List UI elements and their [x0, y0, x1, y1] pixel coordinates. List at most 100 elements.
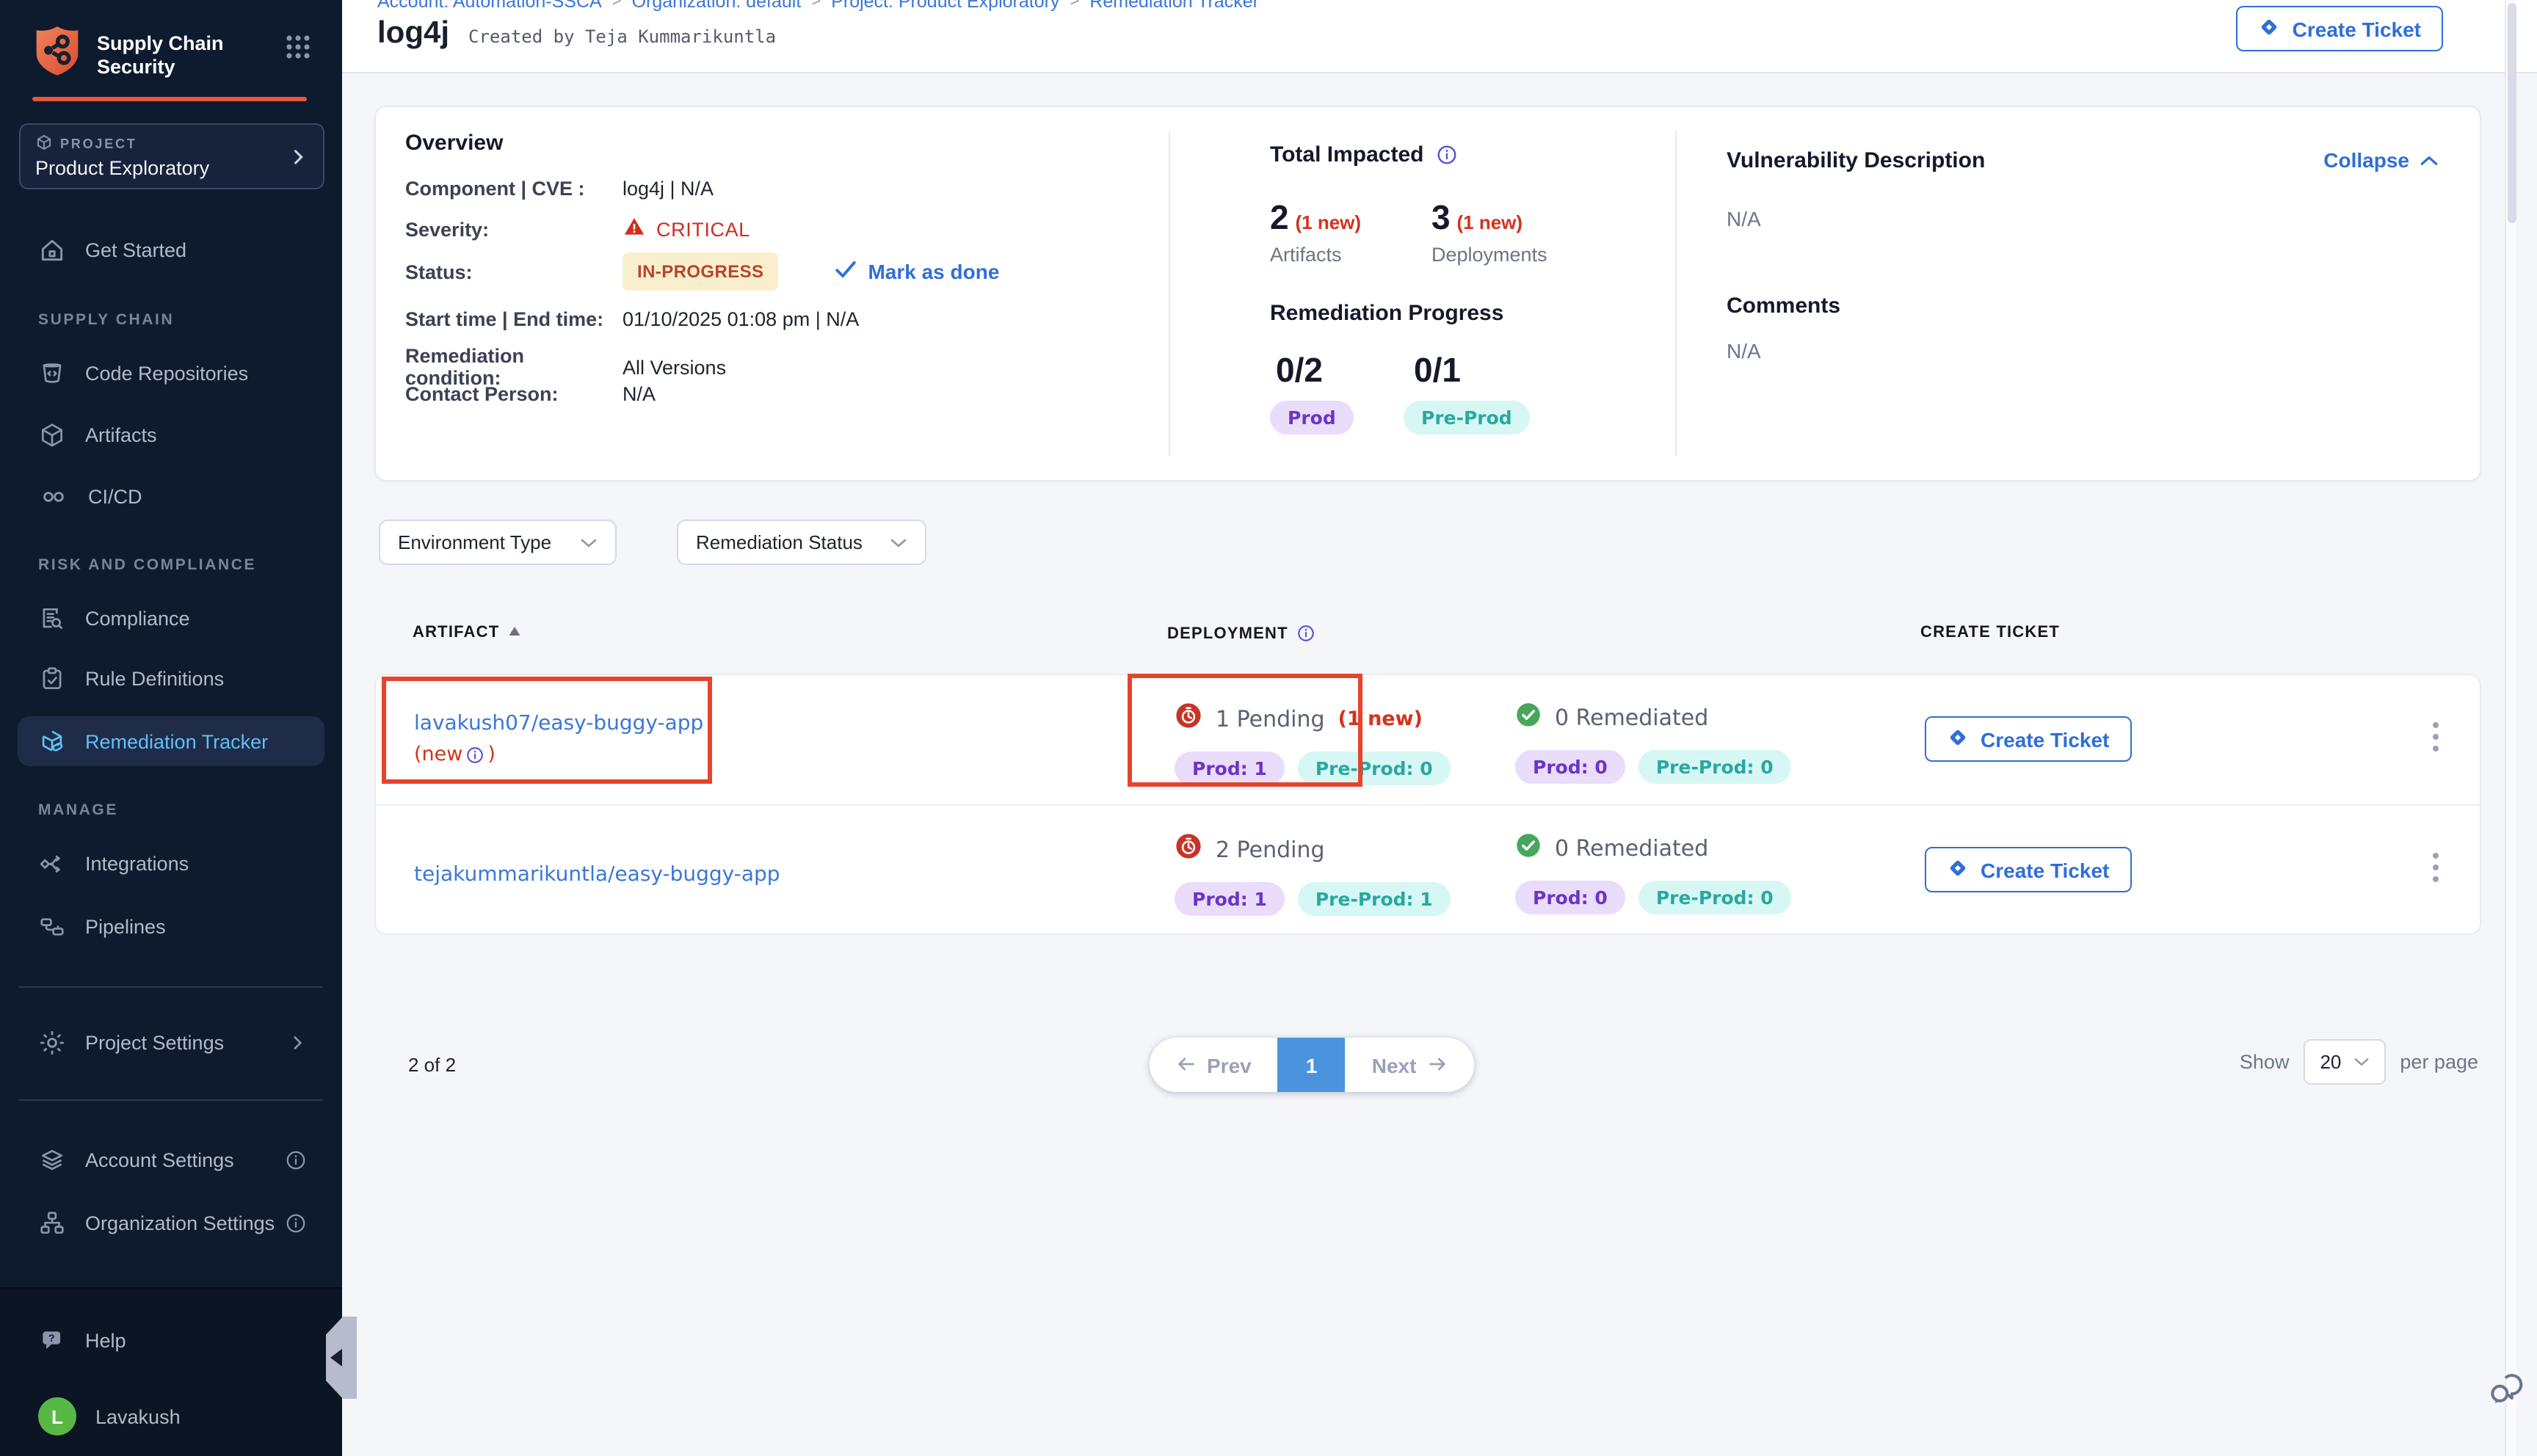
table-header: ARTIFACT DEPLOYMENT CREATE TICKET	[374, 624, 2481, 668]
project-label: PROJECT	[60, 136, 137, 151]
contact-row: Contact Person: N/A	[405, 383, 656, 405]
prod-count-pill: Prod: 0	[1515, 750, 1625, 784]
column-artifact[interactable]: ARTIFACT	[413, 624, 521, 641]
row-menu-kebab-icon[interactable]	[2433, 853, 2439, 882]
sidebar-item-pipelines[interactable]: Pipelines	[18, 904, 324, 948]
prod-pill: Prod	[1270, 401, 1354, 434]
avatar: L	[38, 1397, 76, 1435]
remediated-cell: 0 Remediated Prod: 0 Pre-Prod: 0	[1515, 832, 1791, 914]
vulnerability-description-heading: Vulnerability Description	[1727, 148, 1985, 173]
box-icon	[38, 421, 66, 448]
main-content: Overview Component | CVE : log4j | N/A S…	[342, 73, 2537, 1456]
mark-as-done-link[interactable]: Mark as done	[834, 260, 999, 283]
page-number-1[interactable]: 1	[1278, 1038, 1346, 1092]
component-cve-row: Component | CVE : log4j | N/A	[405, 178, 714, 200]
screenshot-root: Supply Chain Security PROJECT Product Ex	[0, 0, 2537, 1456]
sidebar-item-code-repositories[interactable]: Code Repositories	[18, 351, 324, 395]
collapse-link[interactable]: Collapse	[2323, 148, 2439, 172]
svg-text:?: ?	[48, 1332, 55, 1344]
breadcrumb-organization[interactable]: Organization: default	[632, 0, 802, 12]
sidebar-item-get-started[interactable]: Get Started	[18, 228, 324, 272]
breadcrumb-page[interactable]: Remediation Tracker	[1089, 0, 1259, 12]
app-switcher-icon[interactable]	[283, 32, 313, 69]
impacted-artifacts-stat: 2 (1 new) Artifacts	[1270, 198, 1361, 266]
app-title: Supply Chain Security	[97, 32, 224, 78]
show-label: Show	[2240, 1051, 2290, 1073]
create-ticket-button-row[interactable]: Create Ticket	[1925, 847, 2131, 892]
sidebar-item-project-settings[interactable]: Project Settings	[18, 1020, 324, 1064]
remediation-progress-heading: Remediation Progress	[1270, 301, 1503, 326]
impacted-deployments-stat: 3 (1 new) Deployments	[1431, 198, 1547, 266]
sidebar-item-help[interactable]: ? Help	[18, 1318, 324, 1362]
sort-ascending-icon	[508, 624, 521, 641]
pagination: Prev 1 Next	[1150, 1038, 1473, 1092]
sidebar-item-compliance[interactable]: Compliance	[18, 596, 324, 640]
user-name: Lavakush	[95, 1405, 181, 1427]
deployment-pending-cell: 1 Pending (1 new) Prod: 1 Pre-Prod: 0	[1175, 702, 1451, 785]
prod-progress: 0/2	[1276, 351, 1323, 390]
page-size-select[interactable]: 20	[2304, 1039, 2385, 1085]
create-ticket-button-row[interactable]: Create Ticket	[1925, 716, 2131, 762]
sidebar-item-artifacts[interactable]: Artifacts	[18, 412, 324, 456]
sidebar-item-organization-settings[interactable]: Organization Settings	[18, 1201, 324, 1245]
prev-page-button[interactable]: Prev	[1150, 1038, 1278, 1092]
overview-card: Overview Component | CVE : log4j | N/A S…	[374, 106, 2481, 481]
sidebar-item-cicd[interactable]: CI/CD	[18, 474, 324, 518]
chevron-down-icon	[580, 536, 598, 548]
created-by-text: Created by Teja Kummarikuntla	[468, 26, 776, 47]
row-menu-kebab-icon[interactable]	[2433, 722, 2439, 751]
sidebar-item-integrations[interactable]: Integrations	[18, 841, 324, 885]
artifact-link[interactable]: tejakummarikuntla/easy-buggy-app	[414, 863, 780, 887]
breadcrumb: Account: Automation-SSCA > Organization:…	[377, 0, 1259, 12]
table-row: tejakummarikuntla/easy-buggy-app 2 Pendi…	[376, 804, 2480, 933]
chevron-down-icon	[890, 536, 907, 548]
time-row: Start time | End time: 01/10/2025 01:08 …	[405, 308, 859, 330]
total-impacted-heading: Total Impacted	[1270, 142, 1424, 167]
comments-heading: Comments	[1727, 294, 1840, 318]
breadcrumb-account[interactable]: Account: Automation-SSCA	[377, 0, 602, 12]
chevron-up-icon	[2420, 148, 2439, 172]
sidebar-item-remediation-tracker[interactable]: Remediation Tracker	[18, 716, 324, 766]
project-selector[interactable]: PROJECT Product Exploratory	[19, 123, 324, 189]
preprod-pill: Pre-Prod	[1404, 401, 1530, 434]
breadcrumb-project[interactable]: Project: Product Exploratory	[831, 0, 1059, 12]
jira-diamond-icon	[1947, 856, 1969, 883]
user-menu[interactable]: L Lavakush	[18, 1394, 324, 1438]
jira-diamond-icon	[1947, 726, 1969, 752]
arrow-left-icon	[1176, 1053, 1197, 1077]
sidebar-divider	[19, 986, 323, 988]
prod-count-pill: Prod: 0	[1515, 881, 1625, 914]
info-icon[interactable]	[285, 1212, 307, 1234]
sidebar-item-rule-definitions[interactable]: Rule Definitions	[18, 656, 324, 700]
condition-row: Remediation condition: All Versions	[405, 345, 726, 389]
warning-triangle-icon	[623, 216, 646, 242]
info-icon[interactable]	[465, 746, 484, 765]
vulnerability-description-value: N/A	[1727, 207, 1761, 230]
comments-value: N/A	[1727, 339, 1761, 363]
support-chat-icon[interactable]	[2487, 1371, 2527, 1418]
pagination-summary: 2 of 2	[408, 1054, 456, 1076]
page-title: log4j	[377, 16, 449, 51]
brand-accent-line	[32, 97, 307, 101]
shield-logo-icon	[32, 23, 82, 87]
remediation-status-filter[interactable]: Remediation Status	[677, 520, 926, 565]
section-supply-chain: SUPPLY CHAIN	[38, 311, 174, 329]
create-ticket-button-header[interactable]: Create Ticket	[2237, 6, 2443, 51]
info-icon[interactable]	[285, 1149, 307, 1171]
next-page-button[interactable]: Next	[1346, 1038, 1474, 1092]
artifact-cell: lavakush07/easy-buggy-app (new )	[414, 707, 752, 767]
info-icon[interactable]	[1436, 144, 1458, 166]
info-icon[interactable]	[1297, 624, 1316, 643]
gear-icon	[38, 1028, 66, 1056]
help-chat-icon: ?	[38, 1326, 66, 1354]
artifact-link[interactable]: lavakush07/easy-buggy-app	[414, 712, 703, 735]
scrollbar[interactable]	[2505, 0, 2516, 1456]
scrollbar-thumb[interactable]	[2508, 3, 2516, 223]
sidebar-divider	[19, 1099, 323, 1101]
project-name: Product Exploratory	[35, 157, 288, 179]
environment-type-filter[interactable]: Environment Type	[379, 520, 617, 565]
column-create-ticket: CREATE TICKET	[1920, 624, 2060, 641]
chevron-right-icon	[288, 1033, 307, 1052]
sidebar-item-account-settings[interactable]: Account Settings	[18, 1138, 324, 1182]
section-manage: MANAGE	[38, 801, 118, 819]
